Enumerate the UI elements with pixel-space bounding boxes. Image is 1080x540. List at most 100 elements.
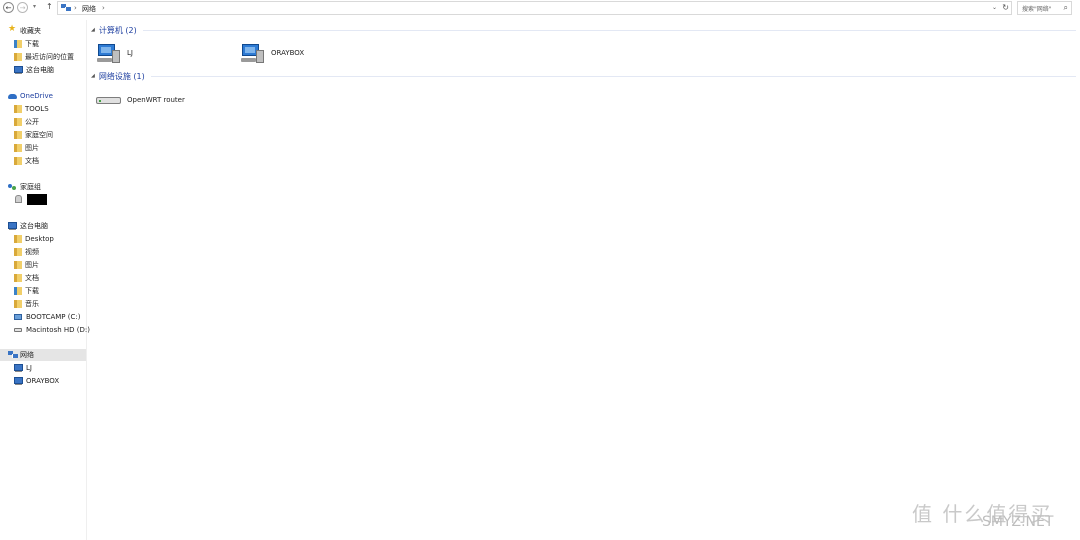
nav-pc-desktop[interactable]: Desktop — [14, 233, 100, 245]
computer-icon — [14, 66, 23, 74]
item-label: OpenWRT router — [127, 96, 185, 104]
nav-label: 这台电脑 — [20, 222, 48, 230]
forward-button[interactable]: → — [17, 2, 28, 13]
desktop-folder-icon — [14, 235, 22, 243]
nav-label: 音乐 — [25, 300, 39, 308]
nav-label: 图片 — [25, 261, 39, 269]
recent-places-icon — [14, 53, 22, 61]
nav-pc-videos[interactable]: 视频 — [14, 246, 100, 258]
address-bar[interactable]: › 网络 › ⌄ ↻ — [57, 1, 1012, 15]
nav-pc-pictures[interactable]: 图片 — [14, 259, 100, 271]
nav-pc-documents[interactable]: 文档 — [14, 272, 100, 284]
group-header-computers[interactable]: ◢ 计算机 (2) — [91, 24, 1076, 36]
nav-pc-downloads[interactable]: 下载 — [14, 285, 100, 297]
nav-label: OneDrive — [20, 92, 53, 100]
nav-favorites[interactable]: 收藏夹 — [8, 24, 94, 37]
nav-label: Macintosh HD (D:) — [26, 326, 90, 334]
breadcrumb-separator[interactable]: › — [102, 4, 105, 12]
item-label: LJ — [127, 49, 133, 57]
nav-favorites-downloads[interactable]: 下载 — [14, 38, 100, 50]
nav-favorites-this-pc[interactable]: 这台电脑 — [14, 64, 100, 76]
nav-label: 下载 — [25, 287, 39, 295]
watermark-domain: SMYZ.NET — [982, 514, 1054, 530]
nav-pc-music[interactable]: 音乐 — [14, 298, 100, 310]
address-history-dropdown[interactable]: ⌄ — [992, 4, 997, 11]
folder-icon — [14, 105, 22, 113]
nav-network-oraybox[interactable]: ORAYBOX — [14, 375, 100, 387]
watermark: 值 什么值得买 SMYZ.NET — [912, 498, 1054, 530]
downloads-folder-icon — [14, 40, 22, 48]
arrow-right-icon: → — [19, 3, 26, 12]
nav-label: 文档 — [25, 274, 39, 282]
nav-label: 公开 — [25, 118, 39, 126]
router-icon — [96, 95, 122, 105]
videos-folder-icon — [14, 248, 22, 256]
up-button[interactable]: ↑ — [46, 2, 53, 11]
hard-drive-icon — [14, 326, 23, 334]
search-icon[interactable]: ⌕ — [1064, 3, 1068, 13]
refresh-icon[interactable]: ↻ — [1002, 3, 1009, 12]
group-header-network-infrastructure[interactable]: ◢ 网络设施 (1) — [91, 70, 1076, 82]
computer-icon — [14, 377, 23, 385]
nav-label: Desktop — [25, 235, 54, 243]
group-divider — [150, 75, 1076, 77]
onedrive-cloud-icon — [8, 92, 17, 100]
nav-label: 文档 — [25, 157, 39, 165]
item-label: ORAYBOX — [271, 49, 305, 57]
nav-label: 图片 — [25, 144, 39, 152]
collapse-triangle-icon[interactable]: ◢ — [91, 27, 95, 33]
nav-label: 这台电脑 — [26, 66, 54, 74]
folder-icon — [14, 118, 22, 126]
group-title: 计算机 (2) — [98, 25, 137, 35]
pictures-folder-icon — [14, 261, 22, 269]
nav-network-lj[interactable]: LJ — [14, 362, 100, 374]
breadcrumb-network[interactable]: 网络 — [82, 4, 96, 14]
nav-label: ORAYBOX — [26, 377, 60, 385]
nav-onedrive[interactable]: OneDrive — [8, 90, 94, 102]
network-computer-icon — [240, 42, 266, 64]
nav-favorites-recent[interactable]: 最近访问的位置 — [14, 51, 100, 63]
folder-icon — [14, 144, 22, 152]
network-icon — [8, 351, 18, 359]
nav-onedrive-family[interactable]: 家庭空间 — [14, 129, 100, 141]
group-divider — [142, 29, 1076, 31]
group-title: 网络设施 (1) — [98, 71, 145, 81]
navigation-pane: 收藏夹 下载 最近访问的位置 这台电脑 OneDrive TOOLS 公开 家庭… — [0, 20, 90, 540]
nav-homegroup-user[interactable] — [14, 193, 100, 205]
music-folder-icon — [14, 300, 22, 308]
nav-label: 家庭空间 — [25, 131, 53, 139]
nav-network[interactable]: 网络 — [0, 349, 86, 361]
arrow-left-icon: ← — [5, 3, 12, 12]
nav-homegroup[interactable]: 家庭组 — [8, 181, 94, 193]
homegroup-icon — [8, 183, 17, 191]
computer-icon — [14, 364, 23, 372]
computer-icon — [8, 222, 17, 230]
downloads-folder-icon — [14, 287, 22, 295]
computer-item-lj[interactable]: LJ — [96, 40, 133, 66]
search-input[interactable]: 搜索"网络" ⌕ — [1017, 1, 1072, 15]
search-placeholder: 搜索"网络" — [1022, 6, 1052, 13]
back-button[interactable]: ← — [3, 2, 14, 13]
star-icon — [8, 24, 17, 35]
nav-pc-macintosh-hd[interactable]: Macintosh HD (D:) — [14, 324, 100, 336]
redacted-username — [27, 193, 47, 205]
nav-onedrive-pictures[interactable]: 图片 — [14, 142, 100, 154]
nav-onedrive-tools[interactable]: TOOLS — [14, 103, 100, 115]
nav-this-pc[interactable]: 这台电脑 — [8, 220, 94, 232]
recent-locations-dropdown[interactable]: ▾ — [33, 3, 36, 10]
nav-label: 最近访问的位置 — [25, 53, 74, 61]
breadcrumb-separator: › — [74, 4, 77, 12]
address-toolbar: ← → ▾ ↑ › 网络 › ⌄ ↻ 搜索"网络" ⌕ — [0, 0, 1080, 17]
nav-label: BOOTCAMP (C:) — [26, 313, 81, 321]
nav-onedrive-public[interactable]: 公开 — [14, 116, 100, 128]
network-icon — [61, 4, 71, 12]
collapse-triangle-icon[interactable]: ◢ — [91, 73, 95, 79]
user-icon — [14, 195, 23, 203]
nav-pc-bootcamp[interactable]: BOOTCAMP (C:) — [14, 311, 100, 323]
device-item-openwrt-router[interactable]: OpenWRT router — [96, 87, 185, 113]
computer-item-oraybox[interactable]: ORAYBOX — [240, 40, 304, 66]
nav-label: 家庭组 — [20, 183, 41, 191]
nav-onedrive-documents[interactable]: 文档 — [14, 155, 100, 167]
nav-label: 收藏夹 — [20, 27, 41, 35]
nav-label: 下载 — [25, 40, 39, 48]
